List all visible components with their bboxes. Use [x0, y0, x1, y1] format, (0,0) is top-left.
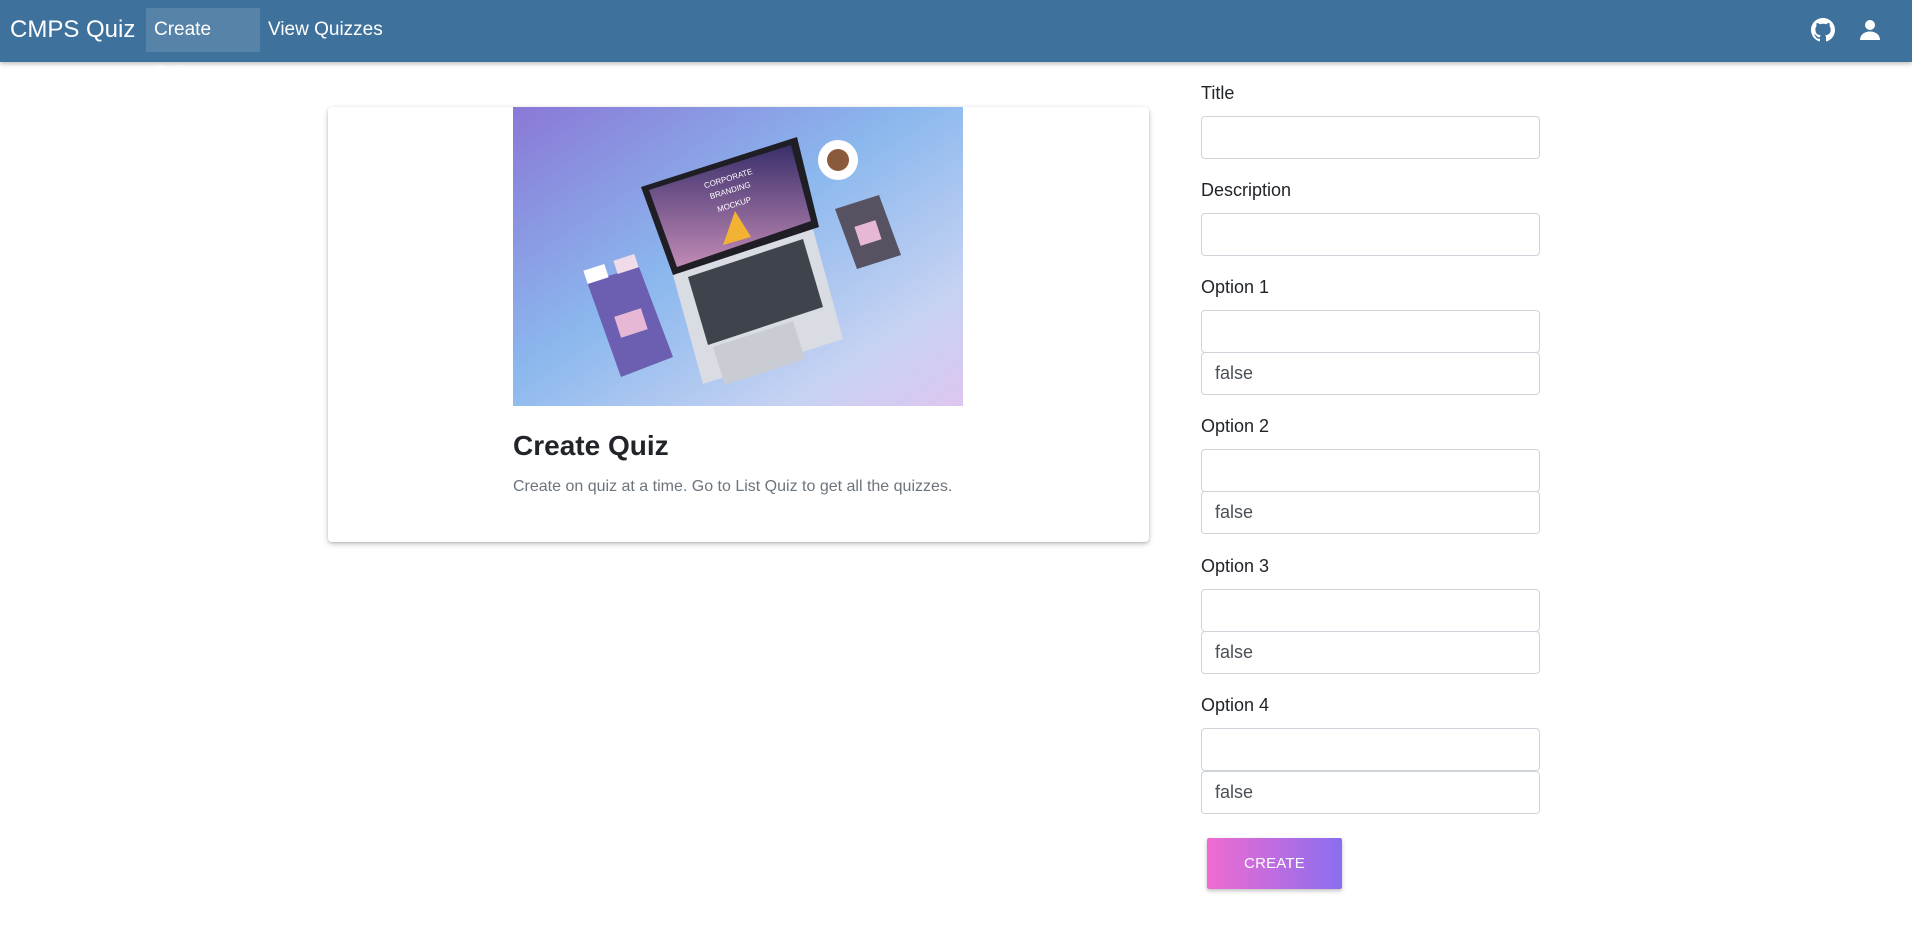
title-input[interactable]: [1201, 116, 1540, 159]
option-3-input[interactable]: [1201, 589, 1540, 632]
description-label: Description: [1201, 180, 1292, 200]
option-1-input[interactable]: [1201, 310, 1540, 353]
brand-link[interactable]: CMPS Quiz: [10, 16, 135, 44]
intro-card: CORPORATE BRANDING MOCKUP Create Quiz Cr…: [328, 107, 1149, 542]
description-input[interactable]: [1201, 213, 1540, 256]
option-4-input[interactable]: [1201, 728, 1540, 771]
option-2-input[interactable]: [1201, 449, 1540, 492]
option-1-correct-select[interactable]: false: [1201, 352, 1540, 395]
hero-image: CORPORATE BRANDING MOCKUP: [513, 107, 963, 406]
github-icon[interactable]: [1811, 18, 1835, 42]
nav-create-quiz[interactable]: Create Quiz: [146, 8, 260, 84]
top-navbar: CMPS Quiz Create Quiz View Quizzes: [0, 0, 1912, 84]
option-1-label: Option 1: [1201, 277, 1270, 297]
card-description: Create on quiz at a time. Go to List Qui…: [513, 478, 953, 495]
option-4-label: Option 4: [1201, 695, 1270, 715]
option-2-label: Option 2: [1201, 416, 1270, 436]
option-2-correct-select[interactable]: false: [1201, 491, 1540, 534]
card-title: Create Quiz: [513, 430, 669, 461]
option-3-correct-select[interactable]: false: [1201, 631, 1540, 674]
option-4-correct-select[interactable]: false: [1201, 771, 1540, 814]
option-3-label: Option 3: [1201, 556, 1270, 576]
user-icon[interactable]: [1858, 18, 1882, 42]
title-label: Title: [1201, 83, 1235, 103]
create-button[interactable]: CREATE: [1207, 838, 1342, 889]
nav-view-quizzes[interactable]: View Quizzes: [260, 8, 391, 52]
